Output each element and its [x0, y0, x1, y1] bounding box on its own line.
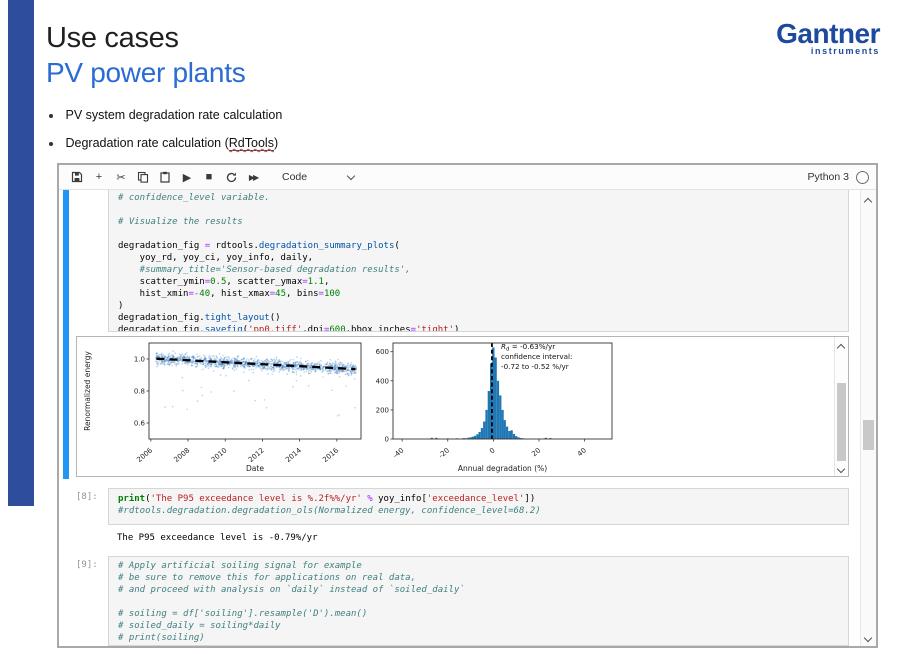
svg-text:-20: -20	[437, 446, 451, 459]
degradation-figure: 0.6 0.8 1.0 2006 2008 2010 2012 2014 2016 Date Ren…	[77, 337, 835, 476]
svg-text:2016: 2016	[321, 446, 340, 464]
rdtools-link[interactable]: RdTools	[229, 136, 274, 151]
svg-text:2010: 2010	[210, 446, 229, 464]
notebook-scrollbar[interactable]	[860, 190, 876, 646]
cell9-input[interactable]: # Apply artificial soiling signal for ex…	[108, 556, 849, 646]
svg-text:40: 40	[576, 446, 588, 458]
bullet-2-text-end: )	[274, 136, 278, 150]
svg-text:-0.72 to -0.52 %/yr: -0.72 to -0.52 %/yr	[501, 362, 569, 371]
paste-icon[interactable]	[154, 167, 176, 187]
bullet-dot	[49, 142, 53, 146]
bullet-item-2: Degradation rate calculation (RdTools)	[49, 136, 278, 150]
svg-text:400: 400	[376, 377, 389, 385]
svg-text:2008: 2008	[173, 446, 192, 464]
run-all-icon[interactable]: ▶▶	[242, 167, 264, 187]
output-scrollbar[interactable]	[834, 337, 848, 476]
kernel-status-icon[interactable]	[856, 171, 869, 184]
code-cell-input[interactable]: # confidence_level variable. # Visualize…	[108, 190, 849, 332]
svg-text:200: 200	[376, 406, 389, 414]
output-scroll-thumb[interactable]	[837, 383, 846, 461]
stop-icon[interactable]: ■	[198, 167, 220, 187]
bullet-dot	[49, 114, 53, 118]
svg-text:20: 20	[530, 446, 542, 458]
svg-text:Renormalized energy: Renormalized energy	[83, 351, 92, 431]
notebook-content: # confidence_level variable. # Visualize…	[59, 190, 876, 646]
figure-output-box: 0.6 0.8 1.0 2006 2008 2010 2012 2014 2016 Date Ren…	[76, 336, 849, 477]
gantner-logo: Gantner instruments	[760, 20, 880, 56]
page-title: Use cases	[46, 22, 179, 55]
cell8-input[interactable]: print('The P95 exceedance level is %.2f%…	[108, 488, 849, 525]
scroll-down-icon[interactable]	[864, 634, 872, 642]
notebook-window: + ✂ ▶ ■ ▶▶ Code Python 3	[57, 163, 878, 648]
cell9-prompt: [9]:	[76, 560, 98, 570]
slide: Use cases PV power plants Gantner instru…	[0, 0, 900, 654]
logo-brand: Gantner	[760, 20, 880, 48]
cut-icon[interactable]: ✂	[110, 167, 132, 187]
bullet-2-text: Degradation rate calculation (	[65, 136, 228, 150]
bullet-item-1: PV system degradation rate calculation	[49, 108, 282, 122]
svg-text:1.0: 1.0	[134, 356, 145, 364]
scroll-up-icon[interactable]	[864, 198, 872, 206]
cell8-output: The P95 exceedance level is -0.79%/yr	[117, 533, 317, 543]
notebook-scroll-thumb[interactable]	[863, 420, 874, 450]
svg-text:0.8: 0.8	[134, 388, 145, 396]
run-icon[interactable]: ▶	[176, 167, 198, 187]
scroll-down-icon[interactable]	[837, 465, 845, 473]
cell-type-dropdown[interactable]: Code	[278, 169, 358, 185]
svg-text:600: 600	[376, 348, 389, 356]
svg-text:Annual degradation (%): Annual degradation (%)	[458, 464, 547, 473]
chevron-down-icon	[347, 171, 355, 179]
svg-text:2006: 2006	[135, 446, 154, 464]
restart-kernel-icon[interactable]	[220, 167, 242, 187]
copy-icon[interactable]	[132, 167, 154, 187]
svg-text:Rd = -0.63%/yr: Rd = -0.63%/yr	[501, 342, 555, 353]
svg-text:2012: 2012	[247, 446, 266, 464]
cell8-prompt: [8]:	[76, 492, 98, 502]
accent-bar	[8, 0, 34, 506]
cell-selection-bar[interactable]	[63, 190, 69, 479]
cell-type-label: Code	[282, 171, 307, 183]
svg-text:confidence interval:: confidence interval:	[501, 352, 572, 361]
scroll-up-icon[interactable]	[837, 344, 845, 352]
svg-text:0.6: 0.6	[134, 420, 146, 428]
add-cell-icon[interactable]: +	[88, 167, 110, 187]
svg-text:0: 0	[488, 446, 497, 455]
notebook-toolbar: + ✂ ▶ ■ ▶▶ Code Python 3	[59, 165, 876, 190]
svg-text:Date: Date	[246, 464, 264, 473]
svg-text:-40: -40	[392, 446, 406, 459]
bullet-1-text: PV system degradation rate calculation	[65, 108, 282, 122]
page-subtitle: PV power plants	[46, 57, 245, 89]
kernel-area: Python 3	[808, 171, 869, 184]
svg-text:0: 0	[385, 436, 389, 444]
save-icon[interactable]	[66, 167, 88, 187]
svg-text:2014: 2014	[284, 446, 303, 464]
kernel-name: Python 3	[808, 171, 849, 183]
